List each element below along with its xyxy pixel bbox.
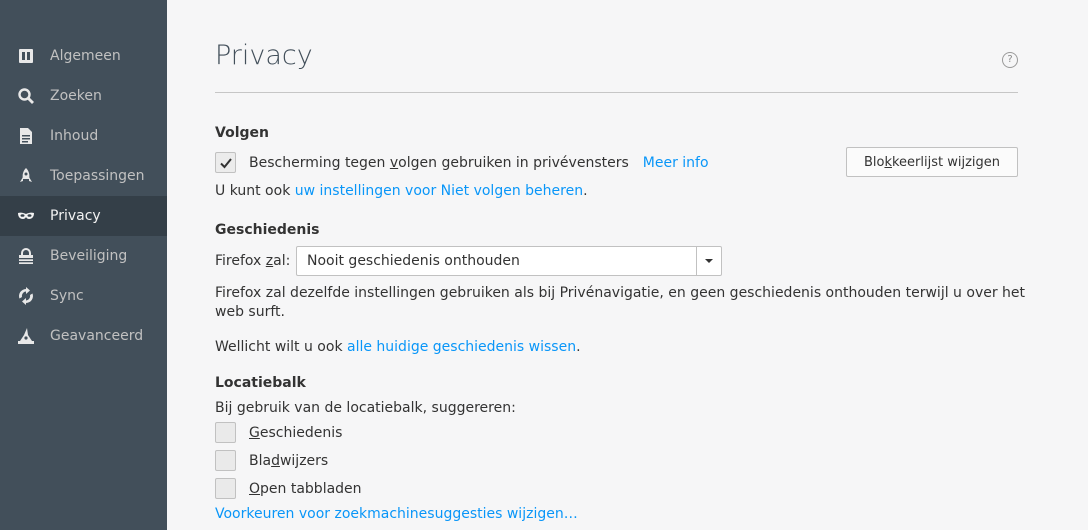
main-pane: Privacy ? Volgen Bescherming tegen volge… (167, 0, 1088, 530)
suggest-open-tabs-checkbox[interactable] (215, 478, 236, 499)
help-icon[interactable]: ? (1002, 52, 1018, 68)
sidebar-item-general[interactable]: Algemeen (0, 36, 167, 76)
tracking-heading: Volgen (215, 125, 269, 141)
change-blocklist-button[interactable]: Blo k keerlijst wijzigen (846, 147, 1018, 177)
sidebar-item-label: Sync (50, 288, 84, 304)
locationbar-heading: Locatiebalk (215, 375, 306, 391)
sidebar-item-label: Geavanceerd (50, 328, 144, 344)
history-mode-label: Firefox zal: (215, 253, 291, 269)
do-not-track-text: U kunt ook uw instellingen voor Niet vol… (215, 183, 588, 199)
sidebar-item-advanced[interactable]: Geavanceerd (0, 316, 167, 356)
sidebar-item-privacy[interactable]: Privacy (0, 196, 167, 236)
dropdown-arrow-icon (696, 247, 721, 275)
do-not-track-link[interactable]: uw instellingen voor Niet volgen beheren (295, 183, 583, 199)
suggest-history-label[interactable]: Geschiedenis (249, 425, 342, 441)
sidebar-item-label: Inhoud (50, 128, 99, 144)
history-description-line1: Firefox zal dezelfde instellingen gebrui… (215, 285, 1026, 301)
sidebar-item-applications[interactable]: Toepassingen (0, 156, 167, 196)
suggest-bookmarks-row: Bladwijzers (215, 450, 328, 471)
sidebar-item-label: Zoeken (50, 88, 102, 104)
privacy-mask-icon (17, 207, 35, 225)
history-mode-value: Nooit geschiedenis onthouden (307, 253, 520, 269)
clear-history-link[interactable]: alle huidige geschiedenis wissen (347, 339, 576, 355)
page-title: Privacy (215, 40, 313, 71)
sidebar-item-search[interactable]: Zoeken (0, 76, 167, 116)
content-icon (17, 127, 35, 145)
learn-more-link[interactable]: Meer info (643, 155, 709, 171)
locationbar-intro: Bij gebruik van de locatiebalk, suggerer… (215, 400, 516, 416)
sidebar-item-security[interactable]: Beveiliging (0, 236, 167, 276)
sync-icon (17, 287, 35, 305)
search-icon (17, 87, 35, 105)
applications-icon (17, 167, 35, 185)
tracking-protection-label[interactable]: Bescherming tegen volgen gebruiken in pr… (249, 155, 629, 171)
sidebar-item-sync[interactable]: Sync (0, 276, 167, 316)
tracking-protection-checkbox[interactable] (215, 152, 236, 173)
checkmark-icon (219, 157, 232, 168)
history-description-line2: web surft. (215, 304, 285, 320)
sidebar-item-label: Toepassingen (50, 168, 145, 184)
history-heading: Geschiedenis (215, 222, 320, 238)
suggest-open-tabs-row: Open tabbladen (215, 478, 362, 499)
suggest-bookmarks-label[interactable]: Bladwijzers (249, 453, 328, 469)
advanced-icon (17, 327, 35, 345)
sidebar-item-label: Privacy (50, 208, 101, 224)
suggest-open-tabs-label[interactable]: Open tabbladen (249, 481, 362, 497)
suggest-history-checkbox[interactable] (215, 422, 236, 443)
suggest-bookmarks-checkbox[interactable] (215, 450, 236, 471)
search-suggestions-link[interactable]: Voorkeuren voor zoekmachinesuggesties wi… (215, 506, 578, 522)
sidebar-item-content[interactable]: Inhoud (0, 116, 167, 156)
sidebar-item-label: Beveiliging (50, 248, 128, 264)
security-icon (17, 247, 35, 265)
history-mode-select[interactable]: Nooit geschiedenis onthouden (296, 246, 722, 276)
general-icon (17, 47, 35, 65)
sidebar: Algemeen Zoeken Inhoud Toepassingen Priv… (0, 0, 167, 530)
sidebar-item-label: Algemeen (50, 48, 121, 64)
tracking-protection-row: Bescherming tegen volgen gebruiken in pr… (215, 152, 709, 173)
clear-history-text: Wellicht wilt u ook alle huidige geschie… (215, 339, 581, 355)
suggest-history-row: Geschiedenis (215, 422, 342, 443)
title-divider (215, 92, 1018, 93)
